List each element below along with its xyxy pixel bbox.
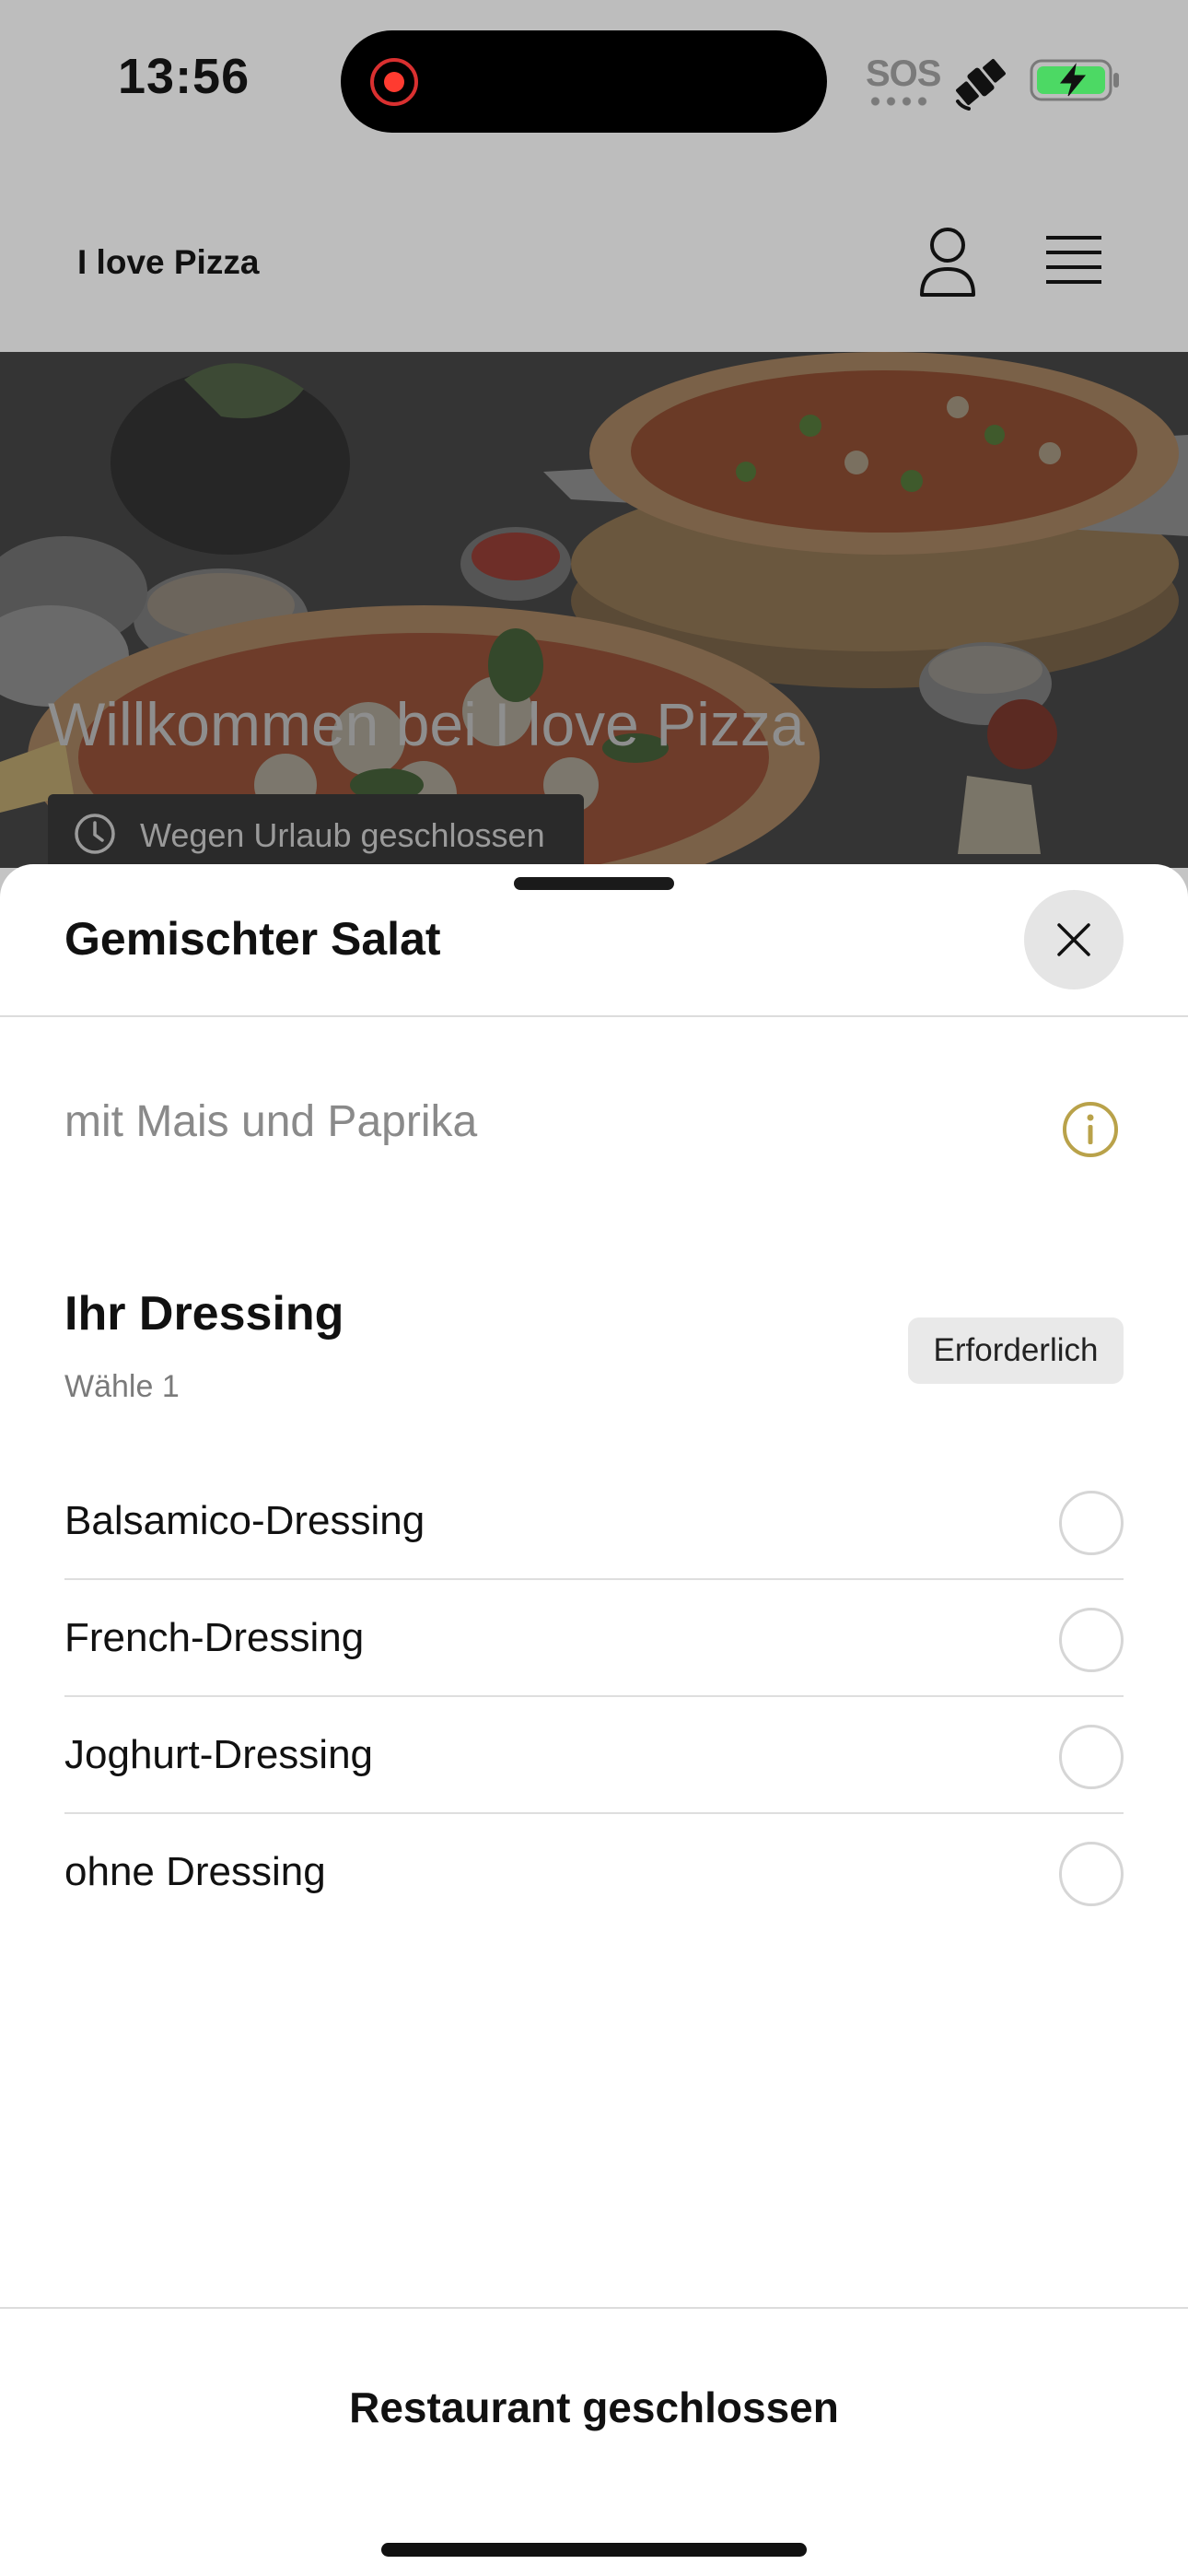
option-group-title: Ihr Dressing	[64, 1287, 344, 1341]
product-sheet: Gemischter Salat mit Mais und Paprika Ih…	[0, 864, 1188, 2576]
option-row[interactable]: French-Dressing	[64, 1580, 1124, 1697]
option-group-subtitle: Wähle 1	[64, 1369, 180, 1404]
option-label: Balsamico-Dressing	[64, 1498, 425, 1543]
option-row[interactable]: ohne Dressing	[64, 1814, 1124, 1931]
brand-name[interactable]: I love Pizza	[77, 243, 259, 282]
screen-recording-icon	[370, 58, 418, 106]
status-badge-text: Wegen Urlaub geschlossen	[140, 816, 545, 854]
hero-title: Willkommen bei I love Pizza	[48, 690, 805, 758]
radio-button[interactable]	[1059, 1608, 1124, 1672]
hamburger-menu-icon[interactable]	[1044, 232, 1103, 287]
radio-button[interactable]	[1059, 1725, 1124, 1789]
hero-banner: Willkommen bei I love Pizza Wegen Urlaub…	[0, 352, 1188, 868]
radio-button[interactable]	[1059, 1491, 1124, 1555]
screen: 13:56 SOS I love Pizza Willkommen bei I …	[0, 0, 1188, 2576]
close-button[interactable]	[1024, 890, 1124, 989]
radio-button[interactable]	[1059, 1842, 1124, 1906]
sheet-grabber[interactable]	[514, 877, 674, 890]
divider	[0, 2307, 1188, 2309]
status-time: 13:56	[118, 49, 250, 104]
status-bar: 13:56 SOS	[0, 0, 1188, 166]
home-indicator[interactable]	[381, 2543, 807, 2557]
pizza-hero-image	[0, 352, 1188, 868]
option-row[interactable]: Balsamico-Dressing	[64, 1463, 1124, 1580]
info-icon[interactable]	[1061, 1100, 1120, 1159]
divider	[0, 1015, 1188, 1017]
product-description: mit Mais und Paprika	[64, 1097, 478, 1146]
user-icon[interactable]	[917, 225, 978, 299]
battery-charging-icon	[1030, 59, 1119, 101]
required-badge: Erforderlich	[908, 1317, 1124, 1384]
dressing-options-list: Balsamico-Dressing French-Dressing Joghu…	[64, 1463, 1124, 1931]
status-badge: Wegen Urlaub geschlossen	[48, 794, 584, 868]
dynamic-island	[341, 30, 827, 133]
restaurant-closed-button[interactable]: Restaurant geschlossen	[0, 2383, 1188, 2432]
signal-dots	[868, 97, 928, 106]
close-icon	[1057, 923, 1090, 956]
option-row[interactable]: Joghurt-Dressing	[64, 1697, 1124, 1814]
option-label: ohne Dressing	[64, 1849, 326, 1894]
option-label: Joghurt-Dressing	[64, 1732, 374, 1777]
app-header: I love Pizza	[0, 166, 1188, 352]
clock-icon	[75, 814, 115, 854]
option-label: French-Dressing	[64, 1615, 365, 1660]
satellite-icon	[956, 59, 1006, 111]
product-title: Gemischter Salat	[64, 913, 441, 965]
sos-label: SOS	[866, 53, 941, 94]
